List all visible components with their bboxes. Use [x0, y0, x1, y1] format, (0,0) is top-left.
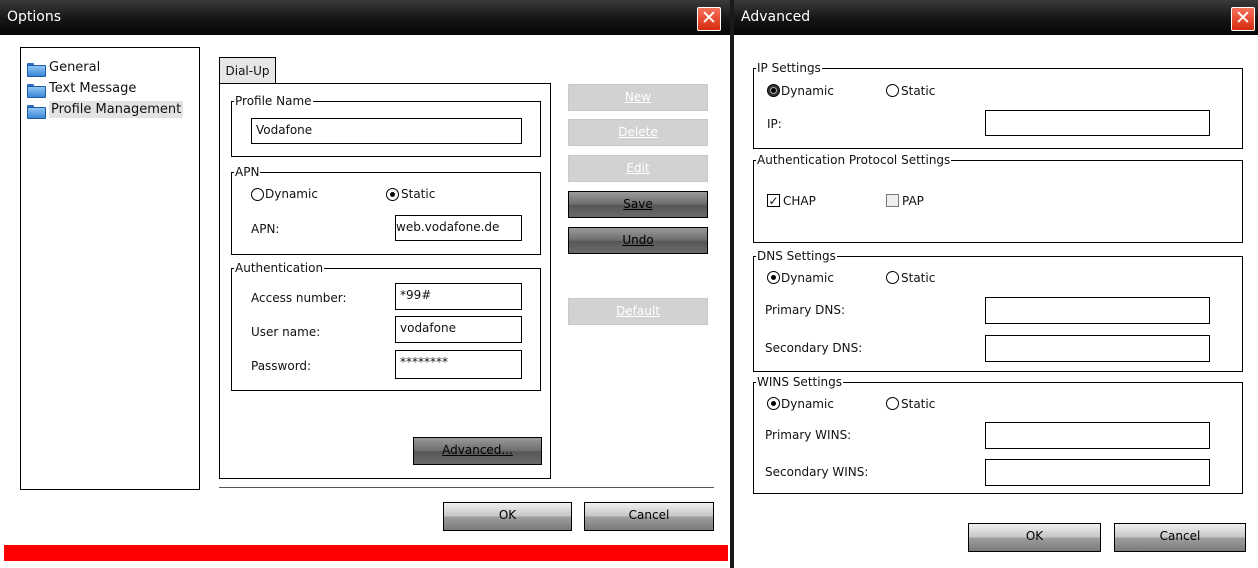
advanced-cancel-button[interactable]: Cancel [1114, 523, 1246, 552]
wins-static-label: Static [901, 397, 936, 411]
access-number-field[interactable]: *99# [395, 283, 522, 310]
options-title: Options [7, 9, 62, 25]
pap-label: PAP [902, 194, 924, 208]
chap-checkbox[interactable]: ✓ [767, 194, 780, 207]
chap-label: CHAP [783, 194, 816, 208]
advanced-button[interactable]: Advanced... [413, 437, 542, 465]
primary-wins-label: Primary WINS: [765, 428, 852, 442]
group-title: Profile Name [234, 94, 313, 108]
group-title: Authentication [234, 261, 325, 275]
wins-dynamic-radio[interactable] [767, 397, 780, 410]
dns-static-label: Static [901, 271, 936, 285]
primary-wins-field[interactable] [985, 422, 1210, 449]
advanced-window: Advanced ✕ IP Settings Dynamic Static IP… [734, 0, 1258, 568]
options-window: Options ✕ General Text Message Profile M… [0, 0, 730, 568]
group-title: APN [234, 165, 261, 179]
access-number-label: Access number: [251, 291, 347, 305]
tab-dial-up[interactable]: Dial-Up [219, 57, 276, 84]
ip-field-label: IP: [767, 117, 782, 131]
folder-icon [27, 63, 46, 77]
advanced-titlebar: Advanced [734, 0, 1258, 35]
options-titlebar: Options [0, 0, 730, 35]
primary-dns-label: Primary DNS: [765, 303, 846, 317]
ip-static-label: Static [901, 84, 936, 98]
tree-item-general[interactable]: General [25, 58, 100, 78]
dns-static-radio[interactable] [886, 271, 899, 284]
close-icon: ✕ [701, 7, 717, 29]
pap-checkbox[interactable] [886, 194, 899, 207]
group-title: DNS Settings [756, 249, 837, 263]
options-close-button[interactable]: ✕ [697, 7, 721, 31]
status-bar [4, 545, 728, 561]
apn-group: APN [231, 165, 541, 255]
secondary-wins-field[interactable] [985, 459, 1210, 486]
dns-dynamic-label: Dynamic [781, 271, 834, 285]
undo-button[interactable]: Undo [568, 227, 708, 254]
profile-name-field[interactable]: Vodafone [251, 118, 522, 144]
ip-static-radio[interactable] [886, 84, 899, 97]
wins-static-radio[interactable] [886, 397, 899, 410]
group-title: IP Settings [756, 61, 822, 75]
tree-item-profile-management[interactable]: Profile Management [25, 100, 184, 120]
advanced-close-button[interactable]: ✕ [1231, 7, 1255, 31]
secondary-dns-field[interactable] [985, 335, 1210, 362]
apn-static-radio[interactable] [386, 188, 399, 201]
close-icon: ✕ [1235, 7, 1251, 29]
auth-protocol-group: Authentication Protocol Settings [753, 153, 1243, 243]
default-button[interactable]: Default [568, 298, 708, 325]
folder-open-icon [27, 105, 46, 119]
save-button[interactable]: Save [568, 191, 708, 218]
apn-dynamic-label: Dynamic [265, 187, 318, 201]
advanced-title: Advanced [741, 9, 811, 25]
delete-button[interactable]: Delete [568, 119, 708, 146]
ip-field[interactable] [985, 110, 1210, 136]
dns-dynamic-radio[interactable] [767, 271, 780, 284]
apn-field[interactable]: web.vodafone.de [395, 215, 522, 241]
tree-item-text-message[interactable]: Text Message [25, 79, 136, 99]
user-name-label: User name: [251, 325, 321, 339]
apn-static-label: Static [401, 187, 436, 201]
ip-settings-group: IP Settings [753, 61, 1243, 149]
group-title: WINS Settings [756, 375, 844, 389]
options-ok-button[interactable]: OK [443, 502, 572, 531]
options-tree: General Text Message Profile Management [20, 47, 200, 490]
wins-dynamic-label: Dynamic [781, 397, 834, 411]
edit-button[interactable]: Edit [568, 155, 708, 182]
separator [219, 487, 714, 488]
options-cancel-button[interactable]: Cancel [584, 502, 714, 531]
advanced-ok-button[interactable]: OK [968, 523, 1101, 552]
password-field[interactable]: ******** [395, 350, 522, 379]
new-button[interactable]: New [568, 84, 708, 111]
group-title: Authentication Protocol Settings [756, 153, 952, 167]
password-label: Password: [251, 359, 312, 373]
secondary-dns-label: Secondary DNS: [765, 341, 863, 355]
primary-dns-field[interactable] [985, 297, 1210, 324]
secondary-wins-label: Secondary WINS: [765, 465, 869, 479]
apn-field-label: APN: [251, 222, 280, 236]
ip-dynamic-radio[interactable] [767, 84, 780, 97]
user-name-field[interactable]: vodafone [395, 316, 522, 343]
folder-icon [27, 84, 46, 98]
apn-dynamic-radio[interactable] [251, 188, 264, 201]
ip-dynamic-label: Dynamic [781, 84, 834, 98]
